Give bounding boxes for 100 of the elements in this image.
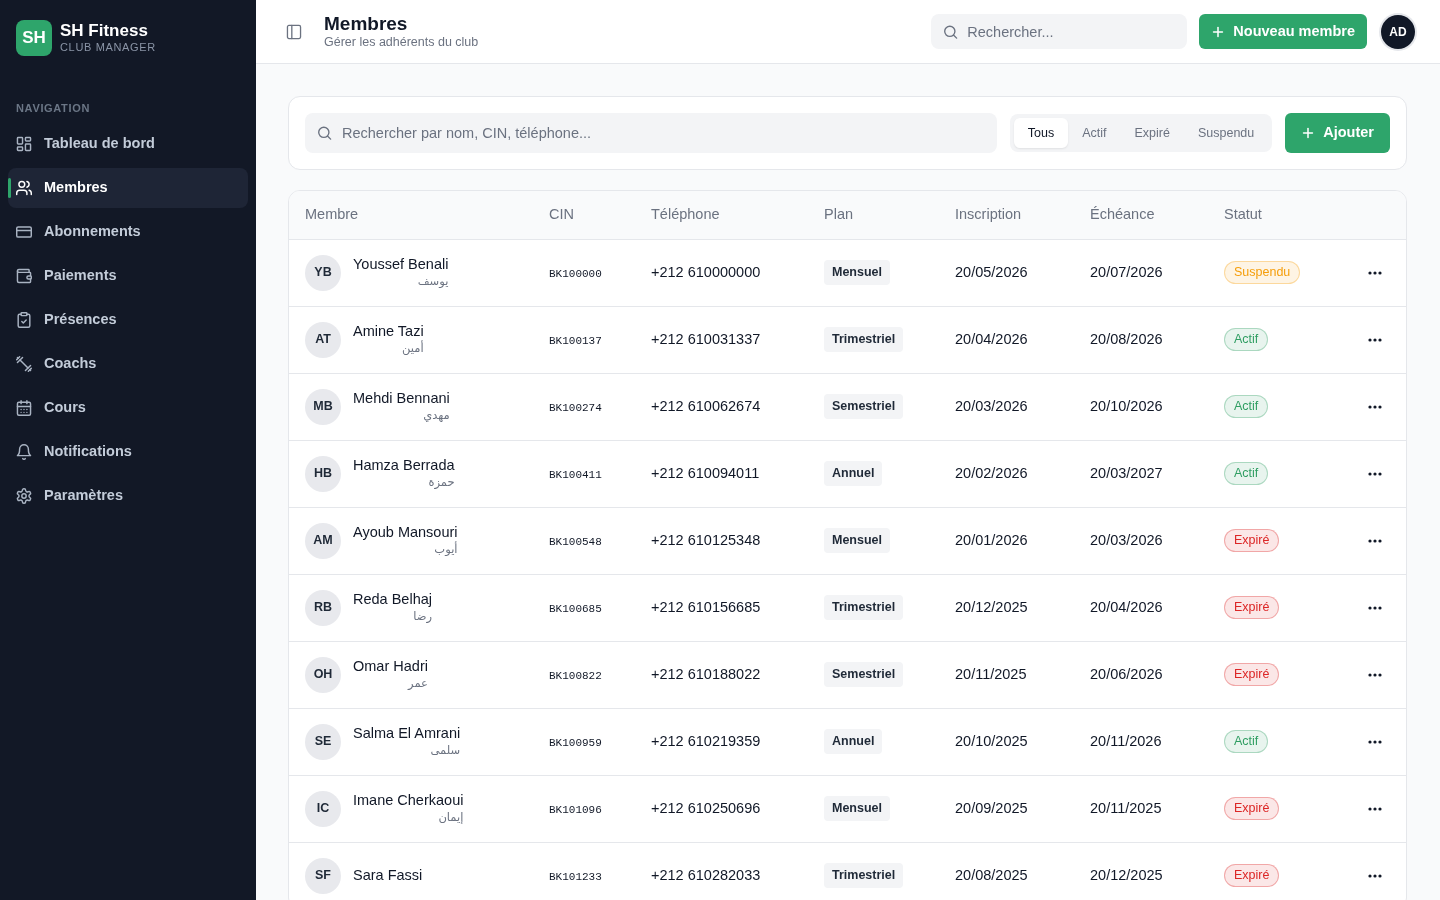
more-icon[interactable] [1368,605,1382,610]
member-name: Imane Cherkaoui [353,792,464,810]
plan-tag: Annuel [824,729,883,754]
sidebar-item[interactable]: Présences [8,300,248,340]
expiry-date: 20/08/2026 [1090,330,1163,347]
plus-icon [1301,126,1316,140]
expiry-date: 20/07/2026 [1090,263,1163,280]
plan-tag: Mensuel [824,796,890,821]
filter-tab[interactable]: Tous [1013,118,1069,148]
page-title: Membres [324,13,408,35]
signup-date: 20/02/2026 [955,464,1028,481]
brand-name: SH Fitness [60,22,148,41]
search-icon [317,125,332,141]
dumbbell-icon [16,356,32,372]
column-header: Statut [1224,205,1262,222]
member-name: Sara Fassi [353,867,423,885]
app-logo: SH [16,20,52,56]
more-icon[interactable] [1368,538,1382,543]
more-icon[interactable] [1368,806,1382,811]
expiry-date: 20/03/2027 [1090,464,1163,481]
more-icon[interactable] [1368,404,1382,409]
plan-tag: Mensuel [824,260,890,285]
column-header: Inscription [955,205,1022,222]
filter-tab[interactable]: Actif [1068,118,1121,148]
arabic-name: حمزة [428,474,455,490]
card-icon [16,224,32,240]
status-badge: Expiré [1224,663,1280,686]
phone-number: +212 610156685 [651,598,761,615]
more-icon[interactable] [1368,672,1382,677]
member-cin: BK101096 [549,803,602,816]
member-name: Mehdi Bennani [353,390,450,408]
more-icon[interactable] [1368,739,1382,744]
clipboard-check-icon [16,312,32,328]
plan-tag: Trimestriel [824,863,904,889]
plan-tag: Trimestriel [824,595,904,620]
phone-number: +212 610219359 [651,732,761,749]
more-icon[interactable] [1368,337,1382,342]
sidebar-item[interactable]: Paiements [8,256,248,296]
status-badge: Actif [1224,730,1269,753]
arabic-name: يوسف [417,273,449,289]
initials-avatar: AM [305,522,341,559]
expiry-date: 20/12/2025 [1090,866,1163,883]
section-label: NAVIGATION [16,102,91,115]
signup-date: 20/01/2026 [955,531,1028,548]
member-name: Salma El Amrani [353,725,461,743]
sidebar-item[interactable]: Paramètres [8,476,248,516]
initials-avatar: MB [305,388,341,425]
brand-tagline: CLUB MANAGER [60,40,156,54]
user-avatar[interactable]: AD [1381,14,1415,49]
sidebar-item[interactable]: Notifications [8,432,248,472]
phone-number: +212 610188022 [651,665,761,682]
column-header: Échéance [1090,205,1155,222]
sidebar-item[interactable]: Coachs [8,344,248,384]
search-field[interactable]: Rechercher... [931,14,1188,49]
grid-icon [16,136,32,152]
sidebar-toggle-icon[interactable] [286,23,302,40]
column-header: Membre [305,205,359,222]
sidebar-item[interactable]: Tableau de bord [8,124,248,164]
phone-number: +212 610062674 [651,397,761,414]
initials-avatar: RB [305,589,341,626]
member-cin: BK100411 [549,468,602,481]
plan-tag: Mensuel [824,528,890,553]
arabic-name: عمر [408,675,428,691]
status-badge: Expiré [1224,596,1280,619]
member-name: Reda Belhaj [353,591,432,609]
member-name: Amine Tazi [353,323,424,340]
member-search-field[interactable]: Rechercher par nom, CIN, téléphone... [305,113,997,153]
arabic-name: أيوب [434,541,458,557]
member-cin: BK100685 [549,602,602,615]
expiry-date: 20/11/2025 [1090,799,1162,816]
member-cin: BK100274 [549,401,602,414]
more-icon[interactable] [1368,471,1382,476]
sidebar-item[interactable]: Cours [8,388,248,428]
initials-avatar: SF [305,857,341,894]
filter-tab[interactable]: Suspendu [1183,118,1269,148]
initials-avatar: SE [305,723,341,760]
arabic-name: سلمى [430,742,461,758]
signup-date: 20/08/2025 [955,866,1028,883]
signup-date: 20/03/2026 [955,397,1028,414]
more-icon[interactable] [1368,874,1382,879]
sidebar-item[interactable]: Abonnements [8,212,248,252]
more-icon[interactable] [1368,270,1382,275]
filter-tab[interactable]: Expiré [1120,118,1184,148]
phone-number: +212 610000000 [651,263,761,280]
expiry-date: 20/11/2026 [1090,732,1162,749]
arabic-name: إيمان [438,809,464,825]
signup-date: 20/12/2025 [955,598,1028,615]
calendar-icon [16,400,32,416]
phone-number: +212 610094011 [651,464,760,481]
expiry-date: 20/04/2026 [1090,598,1163,615]
settings-icon [16,488,32,504]
search-icon [943,24,959,39]
column-header: CIN [549,205,574,222]
sidebar-item[interactable]: Membres [8,168,248,208]
bell-icon [16,444,32,460]
member-cin: BK101233 [549,870,602,883]
plan-tag: Semestriel [824,394,904,419]
initials-avatar: AT [305,321,341,358]
phone-number: +212 610250696 [651,799,761,816]
initials-avatar: IC [305,790,341,827]
